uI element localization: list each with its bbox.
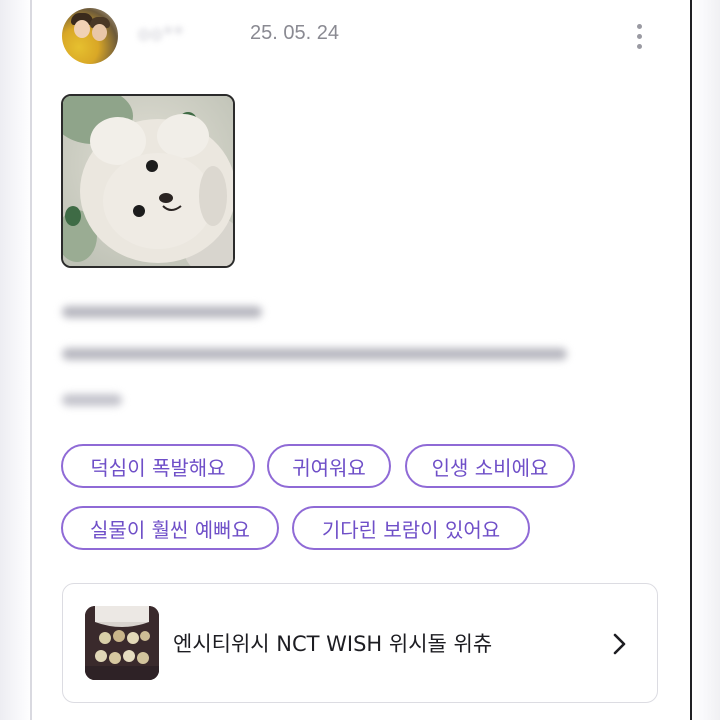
- plush-doll-image: [63, 96, 233, 266]
- chevron-right-icon[interactable]: [609, 632, 629, 656]
- review-header: oo** 25. 05. 24: [62, 8, 662, 64]
- review-text-line-1: [62, 302, 602, 323]
- tag-chip[interactable]: 인생 소비에요: [405, 444, 575, 488]
- review-photo[interactable]: [61, 94, 235, 268]
- tag-chip[interactable]: 귀여워요: [267, 444, 391, 488]
- avatar[interactable]: [62, 8, 118, 64]
- product-card[interactable]: 엔시티위시 NCT WISH 위시돌 위츄: [62, 583, 658, 703]
- review-screen: oo** 25. 05. 24 덕심이 폭발해요 귀여워요 인생 소비에요 실물…: [0, 0, 720, 720]
- review-text-line-3: [62, 390, 602, 411]
- more-options-icon[interactable]: [634, 22, 646, 52]
- right-screen-edge: [690, 0, 720, 720]
- review-text-line-2: [62, 344, 602, 365]
- left-screen-edge: [0, 0, 32, 720]
- post-date: 25. 05. 24: [250, 22, 339, 44]
- tag-chip[interactable]: 기다린 보람이 있어요: [292, 506, 530, 550]
- tag-chip[interactable]: 덕심이 폭발해요: [61, 444, 255, 488]
- author-name[interactable]: oo**: [138, 23, 184, 45]
- product-name: 엔시티위시 NCT WISH 위시돌 위츄: [173, 632, 493, 656]
- product-thumbnail: [85, 606, 159, 680]
- tag-chip[interactable]: 실물이 훨씬 예뻐요: [61, 506, 279, 550]
